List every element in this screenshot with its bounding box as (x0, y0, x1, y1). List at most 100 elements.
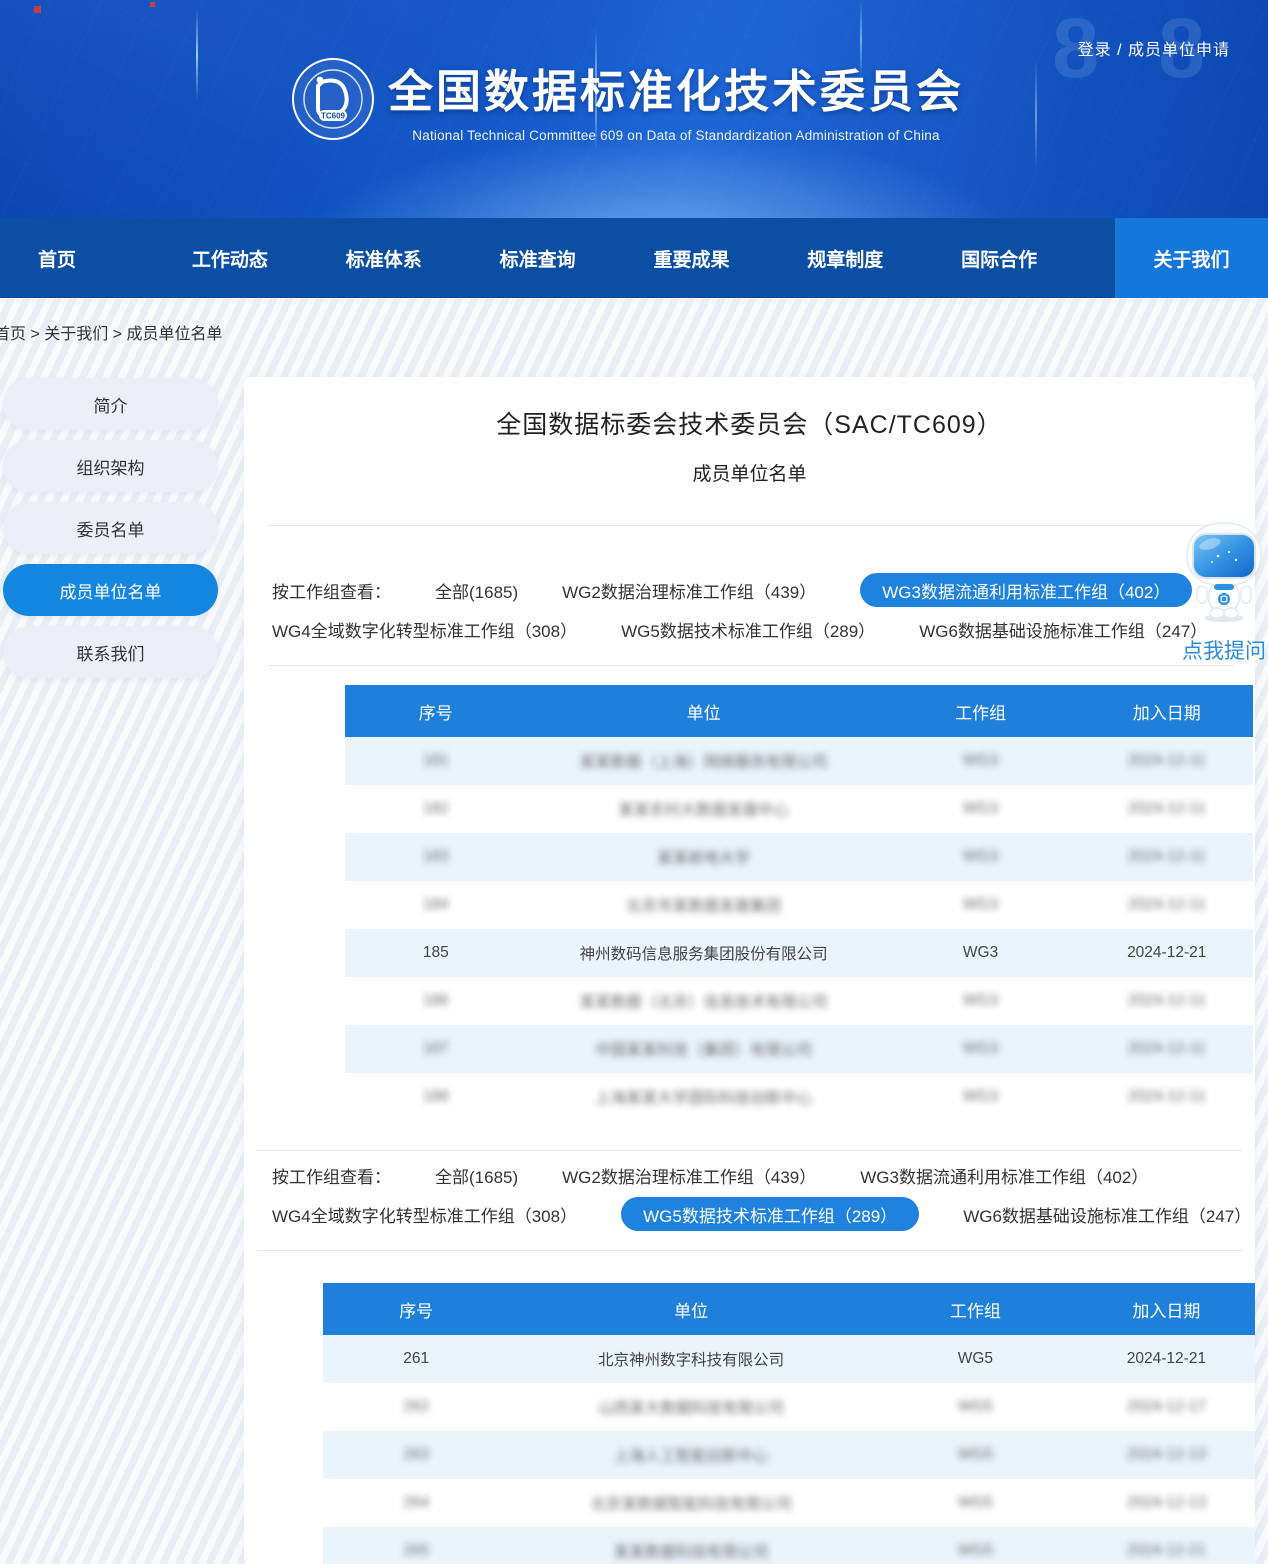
cell-unit: 某某邮电大学 (527, 846, 881, 868)
divider (256, 1150, 1243, 1151)
table-row: 265 某某数据科技有限公司 WG5 2024-12-21 (323, 1527, 1255, 1564)
nav-item-news[interactable]: 工作动态 (192, 218, 346, 298)
filter-line: 按工作组查看： 全部(1685) WG2数据治理标准工作组（439） WG3数据… (272, 1158, 1195, 1192)
cell-unit: 北京神州数字科技有限公司 (509, 1348, 872, 1370)
cell-date: 2024-12-11 (1080, 848, 1253, 866)
main-nav: 首页 工作动态 标准体系 标准查询 重要成果 规章制度 国际合作 关于我们 (0, 218, 1268, 298)
cell-seq: 181 (345, 752, 527, 770)
cell-unit: 某某农村大数据发展中心 (527, 798, 881, 820)
cell-unit: 中国某某科技（集团）有限公司 (527, 1038, 881, 1060)
cell-date: 2024-12-13 (1078, 1494, 1255, 1512)
page: 8 8 登录 / 成员单位申请 TC609 全国数据标准化技术委员会 Natio… (0, 0, 1268, 1564)
cell-seq: 183 (345, 848, 527, 866)
filter-all[interactable]: 全部(1685) (435, 1163, 518, 1188)
nav-item-home[interactable]: 首页 (38, 218, 192, 298)
cell-group: WG3 (881, 992, 1081, 1010)
cell-seq: 185 (345, 944, 527, 962)
table-row: 184 北京市某数据发展集团 WG3 2024-12-11 (345, 881, 1253, 929)
divider (268, 665, 1235, 666)
cell-group: WG3 (881, 944, 1081, 962)
table-row-highlight-261: 261 北京神州数字科技有限公司 WG5 2024-12-21 (323, 1335, 1255, 1383)
table-row: 262 山西某大数据科技有限公司 WG5 2024-12-17 (323, 1383, 1255, 1431)
cell-group: WG3 (881, 1040, 1081, 1058)
sidebar-item-org[interactable]: 组织架构 (3, 440, 218, 492)
cell-seq: 186 (345, 992, 527, 1010)
table-row-highlight-185: 185 神州数码信息服务集团股份有限公司 WG3 2024-12-21 (345, 929, 1253, 977)
cell-seq: 264 (323, 1494, 509, 1512)
cell-date: 2024-12-11 (1080, 1088, 1253, 1106)
nav-item-regulations[interactable]: 规章制度 (807, 218, 961, 298)
cell-date: 2024-12-13 (1078, 1446, 1255, 1464)
tc609-logo-icon: TC609 (290, 56, 376, 142)
table-row: 186 某某数据（北京）信息技术有限公司 WG3 2024-12-11 (345, 977, 1253, 1025)
cell-seq: 262 (323, 1398, 509, 1416)
table-row: 264 北京某数据智能科技有限公司 WG5 2024-12-13 (323, 1479, 1255, 1527)
filter-wg2[interactable]: WG2数据治理标准工作组（439） (562, 578, 816, 603)
cell-date: 2024-12-21 (1078, 1542, 1255, 1560)
table-header-row: 序号 单位 工作组 加入日期 (345, 685, 1253, 737)
nav-item-achievements[interactable]: 重要成果 (653, 218, 807, 298)
cell-date: 2024-12-11 (1080, 992, 1253, 1010)
filter-wg3[interactable]: WG3数据流通利用标准工作组（402） (860, 1163, 1148, 1188)
site-banner: 8 8 登录 / 成员单位申请 TC609 全国数据标准化技术委员会 Natio… (0, 0, 1268, 218)
login-link[interactable]: 登录 / 成员单位申请 (1078, 36, 1230, 60)
cell-group: WG3 (881, 896, 1081, 914)
sidebar-item-intro[interactable]: 简介 (3, 378, 218, 430)
site-subtitle-en: National Technical Committee 609 on Data… (388, 128, 964, 143)
nav-item-standard-search[interactable]: 标准查询 (500, 218, 654, 298)
filter-line: WG4全域数字化转型标准工作组（308） WG5数据技术标准工作组（289） W… (272, 1197, 1195, 1231)
banner-streak (1035, 60, 1037, 170)
filter-label: 按工作组查看： (272, 578, 391, 603)
table-row: 263 上海人工智能创新中心 WG5 2024-12-13 (323, 1431, 1255, 1479)
banner-decor-dot (34, 6, 41, 13)
cell-date: 2024-12-11 (1080, 896, 1253, 914)
table-row: 188 上海某某大学国际科技创新中心 WG3 2024-12-11 (345, 1073, 1253, 1121)
filter-wg4[interactable]: WG4全域数字化转型标准工作组（308） (272, 1202, 577, 1227)
nav-item-about-active[interactable]: 关于我们 (1115, 218, 1268, 298)
cell-seq: 184 (345, 896, 527, 914)
banner-streak (196, 10, 198, 100)
cell-unit: 上海人工智能创新中心 (509, 1444, 872, 1466)
col-header-seq: 序号 (345, 699, 527, 724)
sidebar-item-members[interactable]: 委员名单 (3, 502, 218, 554)
cell-unit: 某某数据（上海）网络服务有限公司 (527, 750, 881, 772)
filter-wg6[interactable]: WG6数据基础设施标准工作组（247） (919, 617, 1207, 642)
nav-item-standard-system[interactable]: 标准体系 (346, 218, 500, 298)
cell-group: WG3 (881, 752, 1081, 770)
col-header-unit: 单位 (527, 699, 881, 724)
assistant-label[interactable]: 点我提问 (1182, 635, 1266, 665)
main-content-card: 全国数据标委会技术委员会（SAC/TC609） 成员单位名单 按工作组查看： 全… (244, 377, 1255, 1564)
robot-mascot-icon[interactable] (1184, 522, 1264, 624)
filter-wg5-active[interactable]: WG5数据技术标准工作组（289） (621, 1197, 919, 1231)
page-title: 全国数据标委会技术委员会（SAC/TC609） (244, 405, 1255, 441)
filter-group-wg3: 按工作组查看： 全部(1685) WG2数据治理标准工作组（439） WG3数据… (272, 573, 1195, 651)
nav-item-international[interactable]: 国际合作 (961, 218, 1115, 298)
filter-line: 按工作组查看： 全部(1685) WG2数据治理标准工作组（439） WG3数据… (272, 573, 1195, 607)
col-header-date: 加入日期 (1080, 699, 1253, 724)
table-row: 183 某某邮电大学 WG3 2024-12-11 (345, 833, 1253, 881)
sidebar-item-member-units-active[interactable]: 成员单位名单 (3, 564, 218, 616)
divider (256, 1250, 1243, 1251)
cell-group: WG5 (873, 1398, 1078, 1416)
banner-decor-dot (150, 2, 155, 7)
cell-unit: 北京某数据智能科技有限公司 (509, 1492, 872, 1514)
filter-wg6[interactable]: WG6数据基础设施标准工作组（247） (963, 1202, 1251, 1227)
cell-unit: 北京市某数据发展集团 (527, 894, 881, 916)
filter-wg3-active[interactable]: WG3数据流通利用标准工作组（402） (860, 573, 1192, 607)
table-row: 187 中国某某科技（集团）有限公司 WG3 2024-12-11 (345, 1025, 1253, 1073)
cell-seq: 188 (345, 1088, 527, 1106)
table-header-row: 序号 单位 工作组 加入日期 (323, 1283, 1255, 1335)
cell-group: WG5 (873, 1350, 1078, 1368)
filter-line: WG4全域数字化转型标准工作组（308） WG5数据技术标准工作组（289） W… (272, 612, 1195, 646)
filter-all[interactable]: 全部(1685) (435, 578, 518, 603)
assistant-widget[interactable]: 点我提问 (1182, 522, 1266, 665)
breadcrumb[interactable]: 首页 > 关于我们 > 成员单位名单 (0, 320, 222, 344)
filter-wg4[interactable]: WG4全域数字化转型标准工作组（308） (272, 617, 577, 642)
member-table-wg5: 序号 单位 工作组 加入日期 261 北京神州数字科技有限公司 WG5 2024… (323, 1283, 1255, 1564)
member-table-wg3: 序号 单位 工作组 加入日期 181 某某数据（上海）网络服务有限公司 WG3 … (345, 685, 1253, 1121)
filter-wg2[interactable]: WG2数据治理标准工作组（439） (562, 1163, 816, 1188)
filter-wg5[interactable]: WG5数据技术标准工作组（289） (621, 617, 875, 642)
col-header-date: 加入日期 (1078, 1297, 1255, 1322)
sidebar-item-contact[interactable]: 联系我们 (3, 626, 218, 678)
cell-date: 2024-12-17 (1078, 1398, 1255, 1416)
